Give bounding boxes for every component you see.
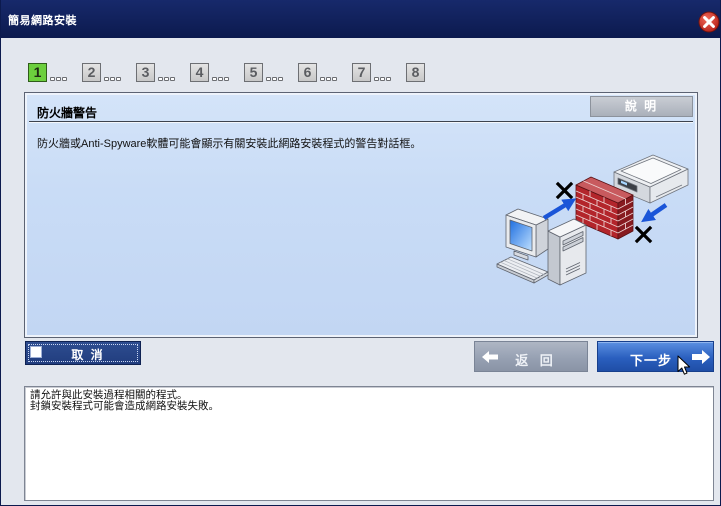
panel-divider	[29, 121, 693, 122]
step-connector-dot	[104, 77, 109, 81]
step-2: 2	[82, 63, 101, 82]
cancel-label: 取 消	[71, 348, 105, 362]
arrow-icon	[542, 198, 577, 220]
step-connector	[374, 77, 391, 81]
step-7: 7	[352, 63, 371, 82]
blocked-icon	[634, 225, 653, 244]
step-4: 4	[190, 63, 209, 82]
step-connector	[266, 77, 283, 81]
content-panel: 防火牆警告 說 明 防火牆或Anti-Spyware軟體可能會顯示有關安裝此網路…	[24, 92, 698, 338]
title-bar: 簡易網路安裝	[0, 0, 721, 38]
mouse-cursor-icon	[677, 355, 691, 375]
step-connector-dot	[326, 77, 331, 81]
close-button[interactable]	[698, 11, 720, 33]
step-connector-dot	[386, 77, 391, 81]
step-connector	[104, 77, 121, 81]
arrow-icon	[641, 203, 668, 223]
back-label: 返 回	[515, 353, 557, 368]
panel-message: 防火牆或Anti-Spyware軟體可能會顯示有關安裝此網路安裝程式的警告對話框…	[37, 138, 422, 150]
step-connector-dot	[164, 77, 169, 81]
firewall-illustration	[496, 154, 689, 286]
step-connector-dot	[212, 77, 217, 81]
step-connector-dot	[320, 77, 325, 81]
step-connector-dot	[50, 77, 55, 81]
step-connector	[50, 77, 67, 81]
panel-title: 防火牆警告	[37, 106, 98, 120]
step-connector-dot	[266, 77, 271, 81]
help-button[interactable]: 說 明	[590, 96, 693, 117]
step-connector-dot	[56, 77, 61, 81]
step-connector-dot	[116, 77, 121, 81]
step-connector-dot	[170, 77, 175, 81]
keyboard-icon	[496, 256, 549, 284]
step-connector-dot	[374, 77, 379, 81]
cancel-button[interactable]: 取 消	[25, 341, 141, 365]
back-button[interactable]: 返 回	[474, 341, 588, 372]
step-connector-dot	[332, 77, 337, 81]
blocked-icon	[555, 181, 574, 200]
step-connector-dot	[218, 77, 223, 81]
step-8: 8	[406, 63, 425, 82]
step-3: 3	[136, 63, 155, 82]
step-connector-dot	[224, 77, 229, 81]
step-connector-dot	[62, 77, 67, 81]
installer-window: 簡易網路安裝 1 2 3 4 5 6 7 8 防火牆警告 說 明 防火牆或Ant…	[0, 0, 721, 506]
next-label: 下一步	[630, 353, 673, 368]
step-connector	[320, 77, 337, 81]
step-indicator: 1 2 3 4 5 6 7 8	[28, 63, 425, 82]
arrow-right-icon	[692, 350, 710, 364]
step-connector-dot	[272, 77, 277, 81]
info-text-area: 請允許與此安裝過程相關的程式。 封鎖安裝程式可能會造成網路安裝失敗。	[24, 386, 714, 501]
step-connector-dot	[110, 77, 115, 81]
next-button[interactable]: 下一步	[597, 341, 714, 372]
step-connector-dot	[380, 77, 385, 81]
step-connector	[212, 77, 229, 81]
window-title: 簡易網路安裝	[8, 15, 77, 27]
step-connector	[158, 77, 175, 81]
close-icon	[698, 11, 720, 33]
step-6: 6	[298, 63, 317, 82]
step-5: 5	[244, 63, 263, 82]
step-connector-dot	[278, 77, 283, 81]
info-line: 封鎖安裝程式可能會造成網路安裝失敗。	[30, 400, 219, 412]
step-1: 1	[28, 63, 47, 82]
step-connector-dot	[158, 77, 163, 81]
